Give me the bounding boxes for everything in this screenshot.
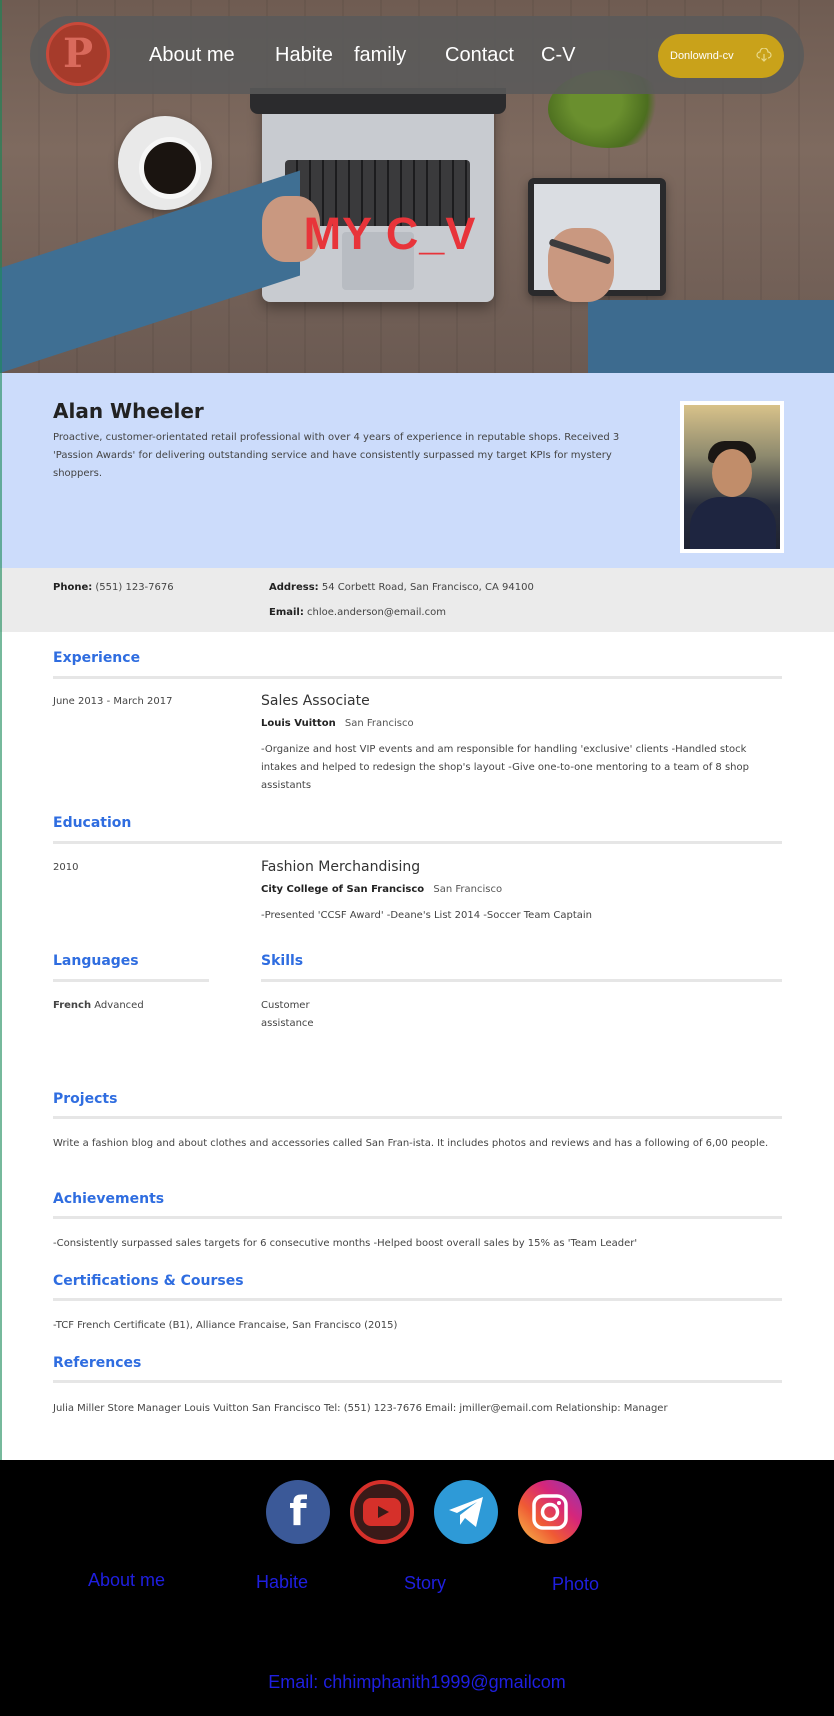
youtube-icon[interactable]	[350, 1480, 414, 1544]
experience-dates: June 2013 - March 2017	[53, 696, 173, 707]
experience-divider	[53, 676, 782, 679]
language-level: Advanced	[94, 1000, 144, 1011]
education-year: 2010	[53, 862, 79, 873]
nav-link-about-me[interactable]: About me	[149, 44, 235, 67]
achievements-divider	[53, 1216, 782, 1219]
experience-heading: Experience	[53, 650, 141, 666]
phone-label: Phone:	[53, 582, 93, 593]
page-left-border	[0, 0, 2, 1460]
person-name: Alan Wheeler	[53, 399, 204, 423]
coffee-cup-image	[118, 116, 212, 210]
phone-value: (551) 123-7676	[95, 582, 174, 593]
phone-info: Phone: (551) 123-7676	[53, 582, 174, 593]
certifications-heading: Certifications & Courses	[53, 1273, 244, 1289]
download-cv-button[interactable]: Donlownd-cv	[658, 34, 784, 78]
telegram-icon[interactable]	[434, 1480, 498, 1544]
address-value: 54 Corbett Road, San Francisco, CA 94100	[321, 582, 534, 593]
references-heading: References	[53, 1355, 142, 1371]
profile-photo	[680, 401, 784, 553]
school-name: City College of San Francisco	[261, 884, 425, 895]
languages-divider	[53, 979, 209, 982]
footer-link-photo[interactable]: Photo	[552, 1574, 599, 1595]
nav-link-cv[interactable]: C-V	[541, 44, 575, 67]
pinterest-logo-icon[interactable]: P	[46, 22, 110, 86]
facebook-icon[interactable]: f	[266, 1480, 330, 1544]
projects-text: Write a fashion blog and about clothes a…	[53, 1138, 769, 1149]
facebook-letter-icon: f	[289, 1489, 307, 1535]
profile-header: Alan Wheeler Proactive, customer-orienta…	[0, 373, 834, 568]
right-arm-image	[588, 300, 834, 373]
photo-shirt	[690, 497, 776, 549]
nav-link-habite[interactable]: Habite	[275, 44, 333, 67]
achievements-text: -Consistently surpassed sales targets fo…	[53, 1238, 638, 1249]
logo-letter: P	[62, 30, 94, 77]
skill-item: assistance	[261, 1018, 314, 1029]
education-description: -Presented 'CCSF Award' -Deane's List 20…	[261, 910, 593, 921]
languages-heading: Languages	[53, 953, 139, 969]
education-heading: Education	[53, 815, 132, 831]
camera-outline-icon	[532, 1494, 568, 1530]
company-name: Louis Vuitton	[261, 718, 336, 729]
references-divider	[53, 1380, 782, 1383]
email-value: chloe.anderson@email.com	[307, 607, 446, 618]
experience-company: Louis Vuitton San Francisco	[261, 718, 414, 729]
certifications-divider	[53, 1298, 782, 1301]
footer-link-story[interactable]: Story	[404, 1573, 446, 1594]
email-label: Email:	[269, 607, 304, 618]
language-entry: French Advanced	[53, 997, 144, 1015]
footer-email: Email: chhimphanith1999@gmailcom	[268, 1672, 566, 1692]
certifications-text: -TCF French Certificate (B1), Alliance F…	[53, 1320, 398, 1331]
email-info: Email: chloe.anderson@email.com	[269, 607, 446, 618]
address-info: Address: 54 Corbett Road, San Francisco,…	[269, 582, 534, 593]
photo-face	[712, 449, 752, 497]
cloud-download-icon	[756, 48, 772, 62]
skill-item: Customer	[261, 1000, 310, 1011]
address-label: Address:	[269, 582, 319, 593]
experience-role: Sales Associate	[261, 693, 370, 709]
company-location: San Francisco	[344, 718, 414, 729]
education-degree: Fashion Merchandising	[261, 859, 421, 875]
contact-strip: Phone: (551) 123-7676 Address: 54 Corbet…	[0, 568, 834, 632]
profile-summary: Proactive, customer-orientated retail pr…	[53, 432, 620, 479]
skills-divider	[261, 979, 782, 982]
school-location: San Francisco	[433, 884, 503, 895]
achievements-heading: Achievements	[53, 1191, 165, 1207]
education-school: City College of San Francisco San Franci…	[261, 884, 502, 895]
nav-link-contact[interactable]: Contact	[445, 44, 514, 67]
download-cv-label: Donlownd-cv	[670, 50, 734, 62]
projects-divider	[53, 1116, 782, 1119]
instagram-icon[interactable]	[518, 1480, 582, 1544]
footer-link-about-me[interactable]: About me	[88, 1570, 165, 1591]
experience-description: -Organize and host VIP events and am res…	[261, 744, 749, 791]
education-divider	[53, 841, 782, 844]
skills-heading: Skills	[261, 953, 304, 969]
projects-heading: Projects	[53, 1091, 118, 1107]
hero-title: MY C_V	[303, 208, 477, 259]
paper-plane-icon	[449, 1497, 483, 1527]
cv-page: MY C_V P About me Habite family Contact …	[0, 0, 834, 1716]
top-navigation: P About me Habite family Contact C-V Don…	[30, 16, 804, 94]
nav-link-family[interactable]: family	[354, 44, 406, 67]
references-text: Julia Miller Store Manager Louis Vuitton…	[53, 1403, 668, 1414]
footer-link-habite[interactable]: Habite	[256, 1572, 308, 1593]
footer: f About me Habite Story Photo Email: chh…	[0, 1460, 834, 1716]
youtube-play-icon	[363, 1498, 401, 1526]
language-name: French	[53, 1000, 92, 1011]
